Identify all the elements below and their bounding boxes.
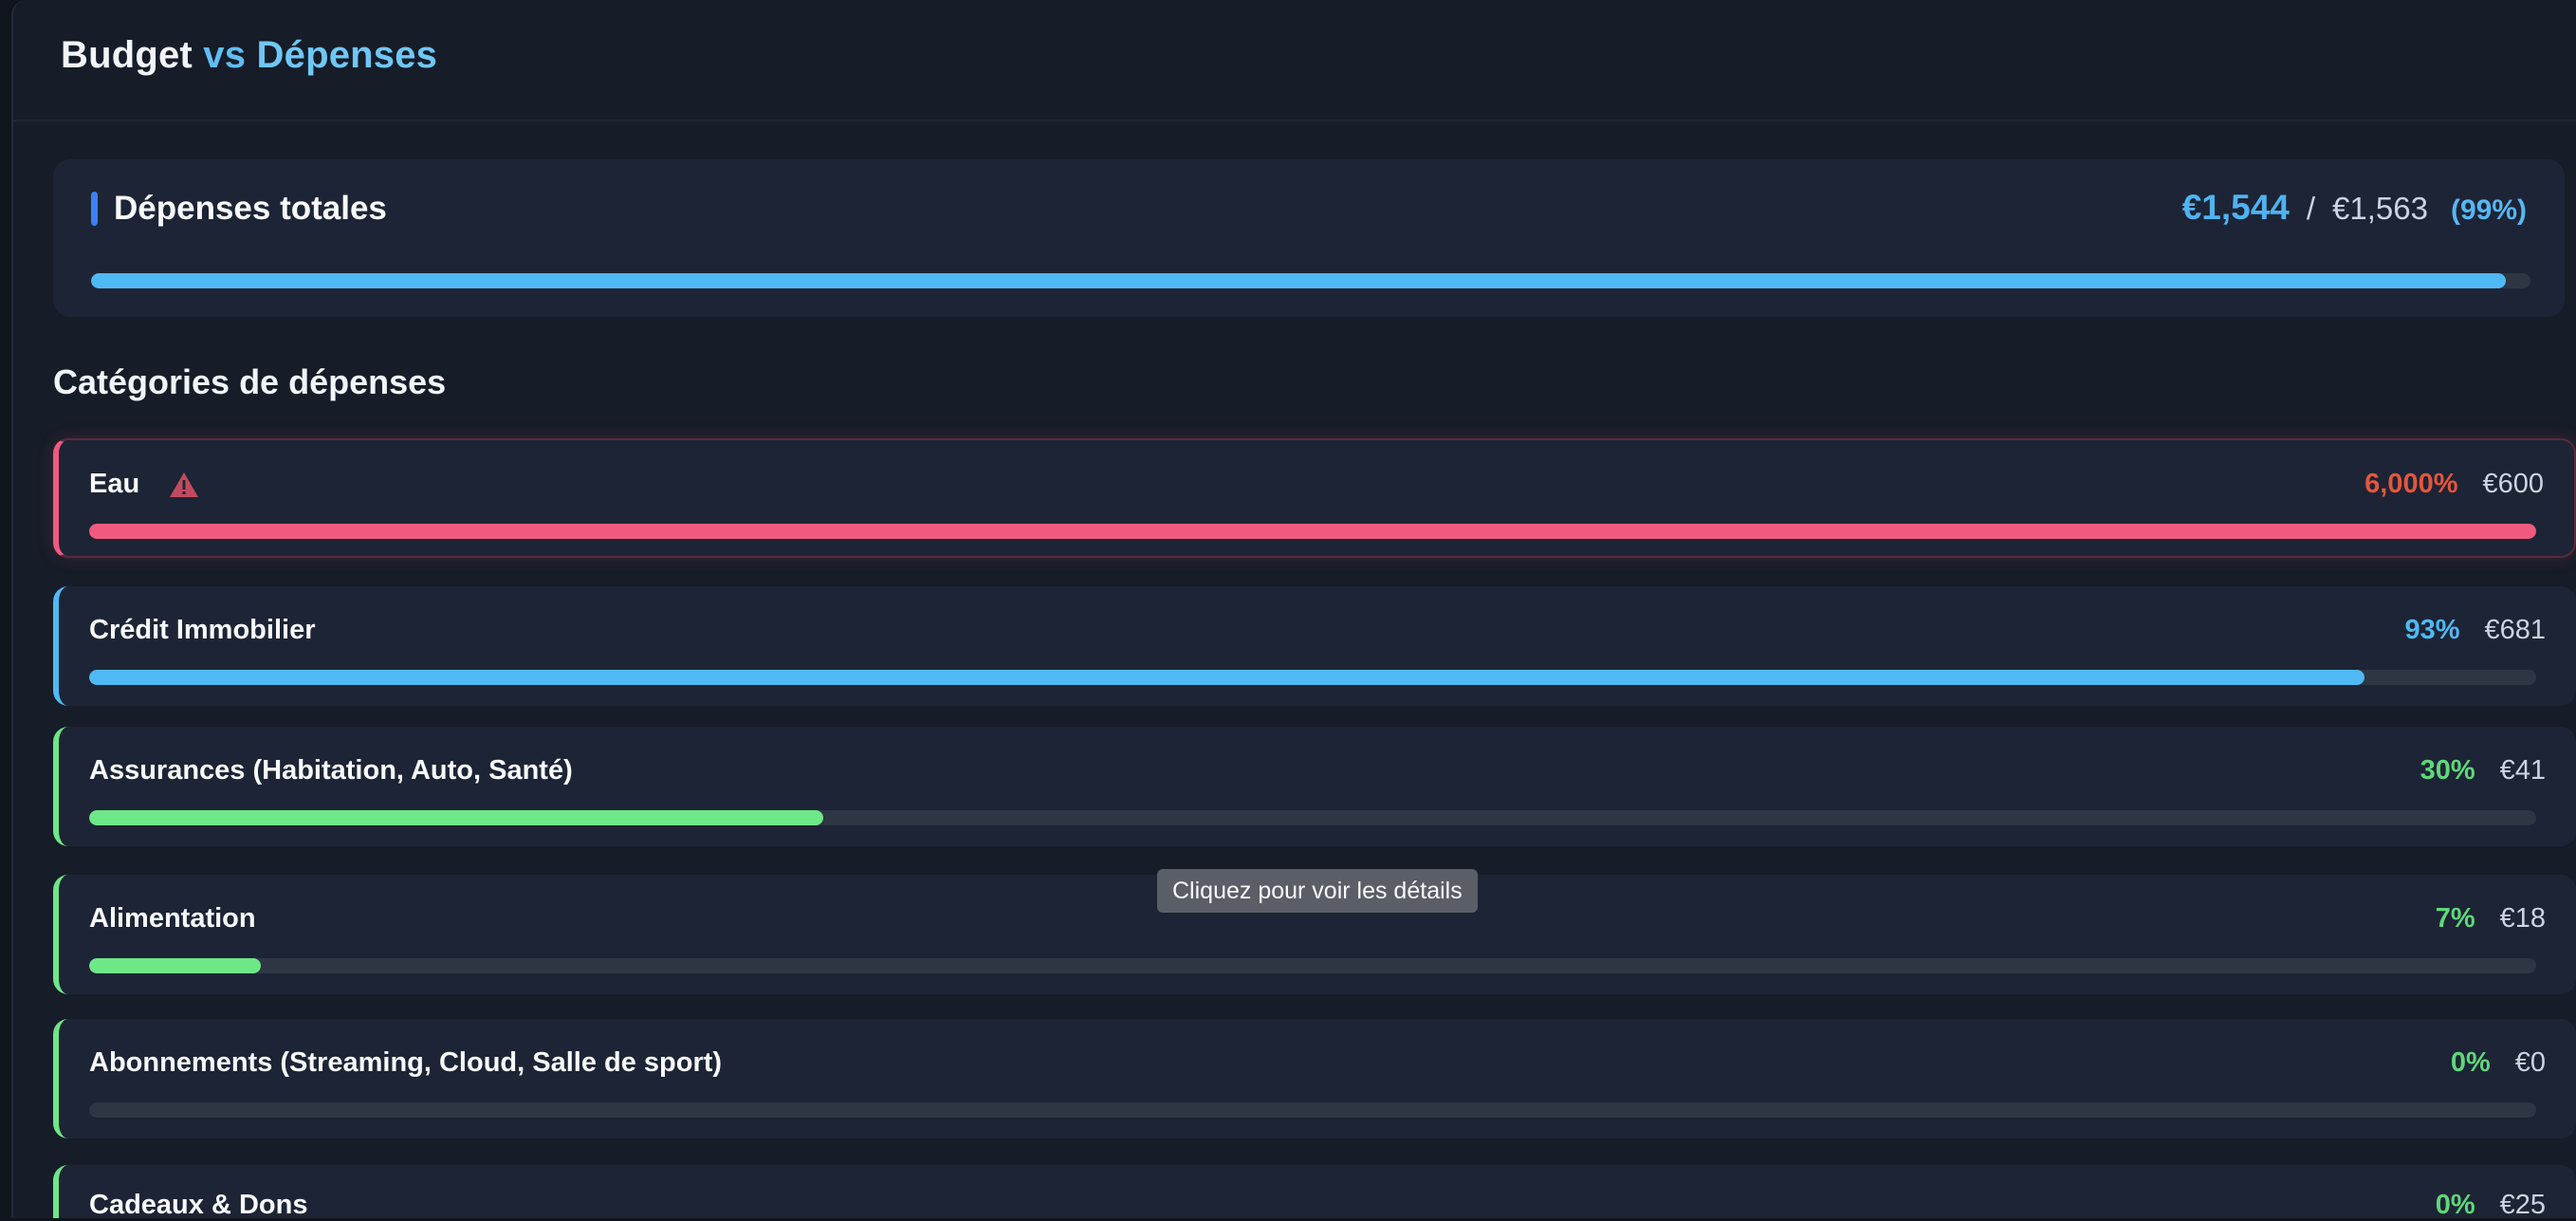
categories-section-title: Catégories de dépenses [53, 362, 447, 401]
category-card-eau[interactable]: Eau 6,000% €600 [53, 438, 2576, 558]
category-name: Cadeaux & Dons [89, 1190, 308, 1220]
category-amount: €681 [2484, 615, 2546, 645]
category-progress-fill [89, 670, 2365, 685]
category-percent: 30% [2420, 755, 2475, 786]
category-percent: 0% [2435, 1190, 2475, 1220]
page-title: Budget vs Dépenses [61, 34, 437, 77]
category-percent: 0% [2450, 1047, 2491, 1078]
category-percent: 93% [2404, 615, 2460, 645]
total-separator: / [2306, 191, 2316, 226]
category-amount: €0 [2514, 1047, 2546, 1078]
category-amount: €41 [2499, 755, 2546, 786]
category-card-cadeaux-dons[interactable]: Cadeaux & Dons 0% €25 [53, 1165, 2576, 1221]
category-name-row: Eau [89, 469, 200, 500]
category-name-row: Crédit Immobilier [89, 615, 316, 646]
title-depenses: Dépenses [256, 34, 438, 76]
category-name-row: Alimentation [89, 903, 256, 934]
category-amount: €600 [2482, 469, 2544, 499]
total-budget-amount: €1,563 [2332, 191, 2428, 226]
category-values: 7% €18 [2436, 903, 2546, 934]
category-percent: 7% [2435, 903, 2475, 934]
category-values: 93% €681 [2404, 615, 2546, 646]
category-progress-track [89, 810, 2536, 825]
category-progress-track [89, 670, 2536, 685]
category-values: 6,000% €600 [2364, 469, 2544, 500]
total-accent-bar [91, 192, 98, 226]
details-tooltip: Cliquez pour voir les détails [1157, 869, 1478, 913]
category-progress-fill [89, 958, 261, 973]
total-percent: (99%) [2450, 194, 2527, 226]
panel-header: Budget vs Dépenses [13, 0, 2576, 121]
total-spending-card[interactable]: Dépenses totales €1,544 / €1,563 (99%) [53, 159, 2565, 317]
category-name: Eau [89, 469, 140, 499]
total-values: €1,544 / €1,563 (99%) [2182, 188, 2527, 228]
total-progress-track [91, 273, 2530, 288]
category-card-abonnements[interactable]: Abonnements (Streaming, Cloud, Salle de … [53, 1019, 2576, 1138]
category-values: 0% €25 [2436, 1190, 2546, 1221]
total-progress-fill [91, 273, 2507, 288]
budget-panel: Budget vs Dépenses Dépenses totales €1,5… [11, 0, 2576, 1221]
category-progress-track [89, 958, 2536, 973]
category-progress-fill [89, 524, 2536, 539]
category-name-row: Cadeaux & Dons [89, 1190, 307, 1221]
category-amount: €25 [2499, 1190, 2546, 1220]
category-values: 30% €41 [2420, 755, 2546, 786]
category-card-credit-immobilier[interactable]: Crédit Immobilier 93% €681 [53, 586, 2576, 706]
category-name: Assurances (Habitation, Auto, Santé) [89, 755, 573, 786]
category-name: Abonnements (Streaming, Cloud, Salle de … [89, 1047, 723, 1078]
category-amount: €18 [2499, 903, 2546, 934]
category-card-assurances[interactable]: Assurances (Habitation, Auto, Santé) 30%… [53, 727, 2576, 846]
category-progress-track [89, 524, 2536, 539]
category-progress-fill [89, 810, 823, 825]
category-percent: 6,000% [2364, 469, 2458, 499]
title-budget: Budget [61, 34, 193, 76]
category-progress-track [89, 1102, 2536, 1118]
total-label: Dépenses totales [114, 190, 387, 227]
total-spent-amount: €1,544 [2181, 188, 2290, 227]
category-values: 0% €0 [2451, 1047, 2546, 1079]
category-name-row: Assurances (Habitation, Auto, Santé) [89, 755, 573, 786]
category-name-row: Abonnements (Streaming, Cloud, Salle de … [89, 1047, 722, 1079]
title-vs: vs [203, 34, 247, 76]
category-name: Alimentation [89, 903, 256, 934]
category-name: Crédit Immobilier [89, 615, 316, 645]
warning-triangle-icon [168, 471, 200, 499]
